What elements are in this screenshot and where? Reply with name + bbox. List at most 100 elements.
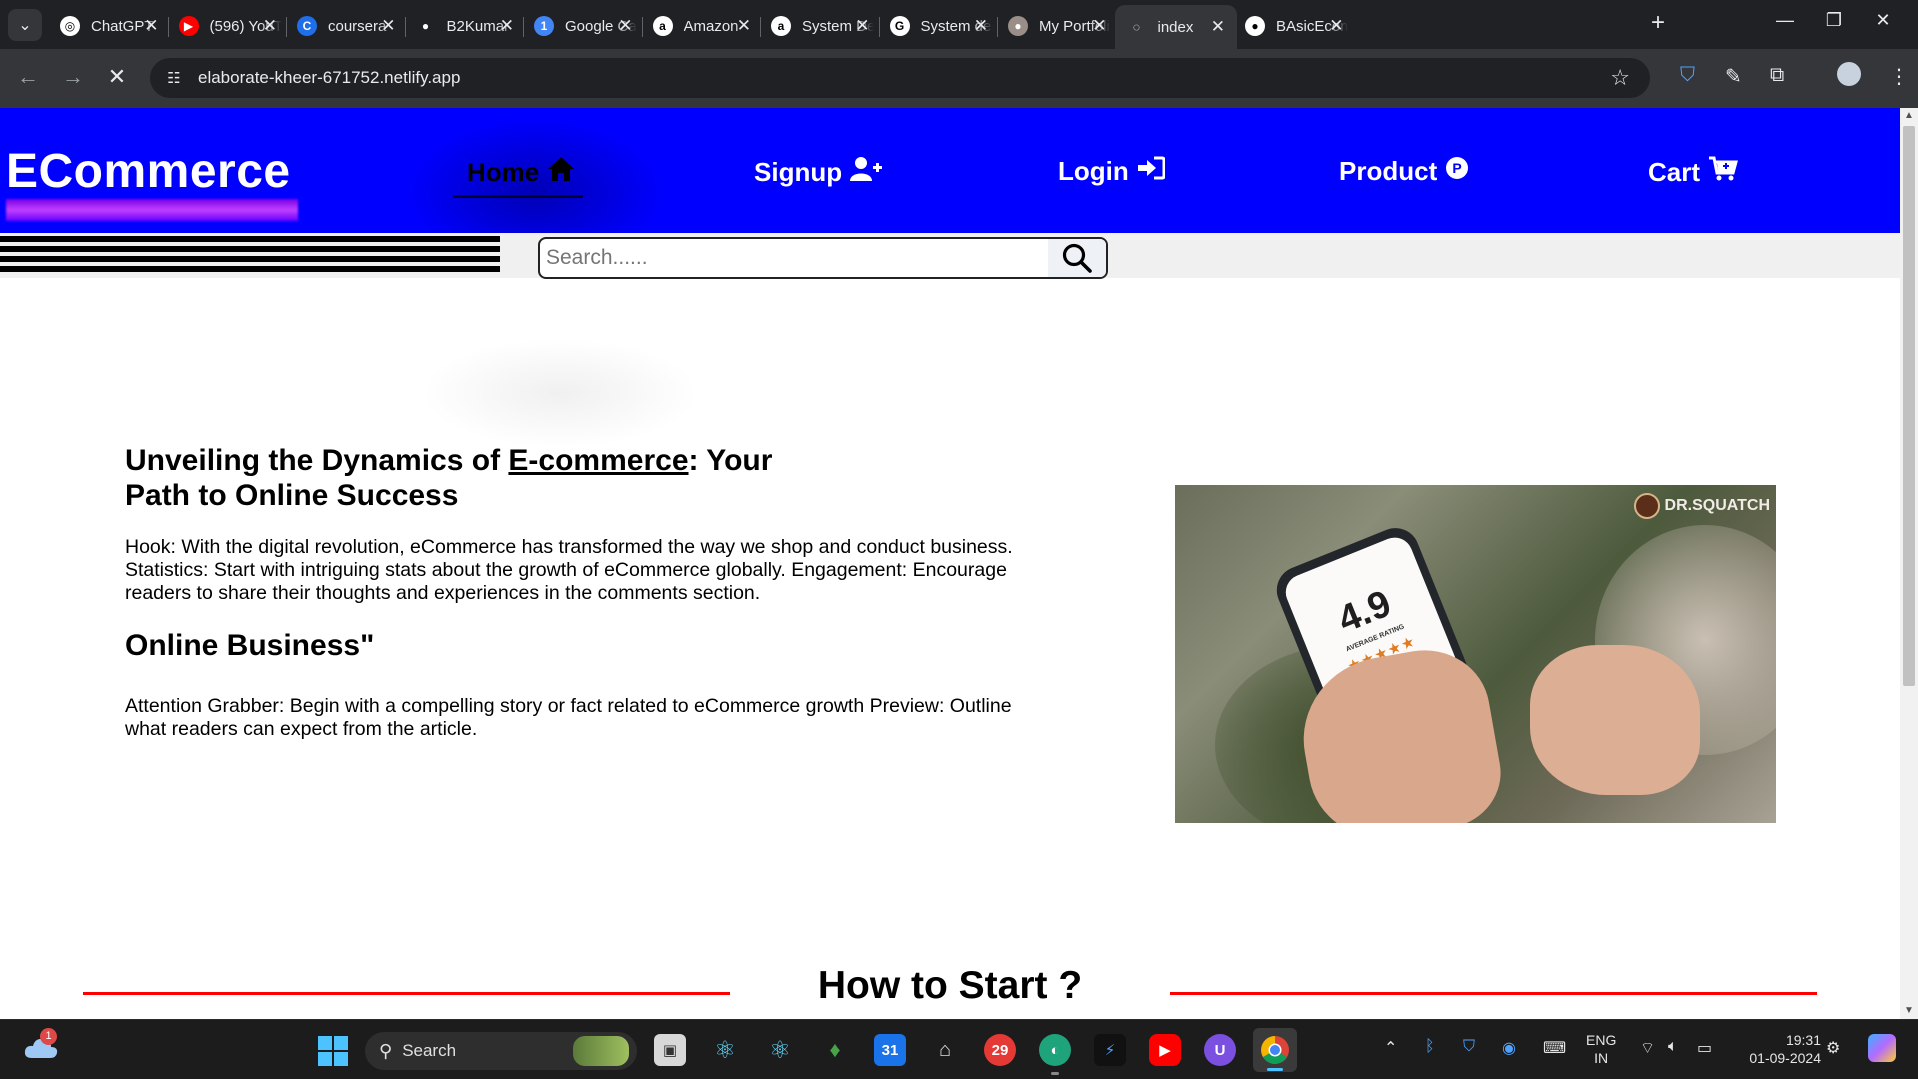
show-hidden-icons-icon[interactable]: ⌃ xyxy=(1384,1038,1397,1058)
tab-close-icon[interactable]: ✕ xyxy=(737,16,751,36)
system-clock[interactable]: 19:31 01-09-2024 xyxy=(1735,1031,1821,1067)
wifi-icon[interactable]: ⌔ xyxy=(1640,1038,1655,1058)
hamburger-stripe[interactable] xyxy=(0,256,500,262)
heading-text: Unveiling the Dynamics of xyxy=(125,444,509,477)
nav-cart-label: Cart xyxy=(1648,157,1701,187)
tab-close-icon[interactable]: ✕ xyxy=(1092,16,1106,36)
tab-search-button[interactable]: ⌄ xyxy=(8,9,42,41)
tab-close-icon[interactable]: ✕ xyxy=(500,16,514,36)
tab-close-icon[interactable]: ✕ xyxy=(855,16,869,36)
zoom-icon[interactable]: ◉ xyxy=(1502,1038,1516,1058)
windows-logo-icon xyxy=(334,1052,348,1066)
browser-tab[interactable]: ▶(596) YouTube✕ xyxy=(167,6,290,46)
sign-in-icon xyxy=(1137,156,1166,187)
tab-close-icon[interactable]: ✕ xyxy=(974,16,988,36)
chrome-icon[interactable] xyxy=(1253,1028,1297,1072)
extension-icon[interactable]: ⛉ xyxy=(1680,64,1695,87)
youtube-icon[interactable]: ▶ xyxy=(1149,1034,1181,1066)
how-to-start-section: How to Start ? xyxy=(0,948,1900,1018)
search-icon: ⚲ xyxy=(379,1040,393,1061)
search-button[interactable] xyxy=(1048,239,1106,277)
taskbar-search-label: Search xyxy=(402,1041,457,1060)
scroll-up-arrow-icon[interactable]: ▲ xyxy=(1904,110,1914,121)
tab-close-icon[interactable]: ✕ xyxy=(618,16,632,36)
close-window-button[interactable]: ✕ xyxy=(1860,10,1906,31)
logo-underline xyxy=(6,199,298,221)
taskbar-search[interactable]: ⚲ Search xyxy=(365,1032,637,1070)
search-input[interactable] xyxy=(540,239,1050,277)
tab-close-icon[interactable]: ✕ xyxy=(263,16,277,36)
start-button[interactable] xyxy=(318,1036,348,1066)
profile-avatar-icon[interactable] xyxy=(1837,62,1861,86)
browser-tab[interactable]: Ccoursera ✕ xyxy=(285,6,408,46)
volume-icon[interactable]: 🔈︎ xyxy=(1668,1038,1678,1056)
tab-close-icon[interactable]: ✕ xyxy=(1211,17,1225,37)
scroll-thumb[interactable] xyxy=(1903,126,1915,686)
nav-signup-link[interactable]: Signup xyxy=(754,156,883,189)
react-devtools-icon[interactable]: ⚛ xyxy=(764,1034,796,1066)
tab-close-icon[interactable]: ✕ xyxy=(1329,16,1343,36)
stop-loading-button[interactable]: ✕ xyxy=(102,64,132,90)
url-text[interactable]: elaborate-kheer-671752.netlify.app xyxy=(198,68,460,88)
browser-tab[interactable]: aSystem Design✕ xyxy=(759,6,882,46)
back-button[interactable]: ← xyxy=(13,64,43,90)
notifications-icon[interactable]: ⚙ xyxy=(1826,1038,1840,1058)
site-logo[interactable]: ECommerce xyxy=(6,144,291,199)
site-info-icon[interactable]: ☷ xyxy=(160,64,188,92)
avatar-icon: ● xyxy=(1008,16,1028,36)
browser-tab[interactable]: GSystem design✕ xyxy=(878,6,1001,46)
minimize-button[interactable]: — xyxy=(1762,10,1808,31)
keyboard-icon[interactable]: ⌨ xyxy=(1543,1038,1566,1058)
cake-app-icon[interactable]: ⌂ xyxy=(929,1034,961,1066)
extensions-puzzle-icon[interactable]: ⧉ xyxy=(1770,64,1784,87)
calendar-29-icon[interactable]: 29 xyxy=(984,1034,1016,1066)
terminal-app-icon[interactable]: ⚡ xyxy=(1094,1034,1126,1066)
article-paragraph-2: Attention Grabber: Begin with a compelli… xyxy=(125,695,1012,740)
search-box xyxy=(538,237,1108,279)
u-app-icon[interactable]: U xyxy=(1204,1034,1236,1066)
hamburger-stripe[interactable] xyxy=(0,266,500,272)
page-scrollbar[interactable]: ▲ ▼ xyxy=(1900,108,1918,1019)
search-highlight-icon xyxy=(573,1036,629,1066)
scroll-down-arrow-icon[interactable]: ▼ xyxy=(1904,1005,1914,1016)
defender-icon[interactable]: ⛉ xyxy=(1463,1038,1475,1056)
windows-logo-icon xyxy=(318,1036,332,1050)
search-icon xyxy=(1062,243,1092,273)
nav-product-link[interactable]: Product P xyxy=(1339,156,1469,187)
browser-tab[interactable]: ◌ index ✕ xyxy=(1114,5,1237,49)
browser-tab[interactable]: 1Google Calendar✕ xyxy=(522,6,645,46)
nav-cart-link[interactable]: Cart xyxy=(1648,156,1738,189)
browser-tab[interactable]: a Amazon ✕ xyxy=(641,6,764,46)
battery-icon[interactable]: ▭ xyxy=(1697,1038,1712,1058)
bookmark-star-icon[interactable]: ☆ xyxy=(1610,65,1630,91)
react-app-icon[interactable]: ⚛ xyxy=(709,1034,741,1066)
new-tab-button[interactable]: + xyxy=(1651,11,1665,35)
hamburger-stripe[interactable] xyxy=(0,246,500,252)
copilot-icon[interactable] xyxy=(1868,1034,1896,1062)
article-paragraph-1: Hook: With the digital revolution, eComm… xyxy=(125,536,1013,604)
hamburger-stripe[interactable] xyxy=(0,236,500,242)
mongodb-icon[interactable]: ♦ xyxy=(819,1034,851,1066)
google-icon: G xyxy=(889,16,910,36)
edge-dev-icon[interactable]: ◐ xyxy=(1039,1034,1071,1075)
browser-tab[interactable]: ●BAsicEcommerce✕ xyxy=(1233,6,1356,46)
menu-kebab-icon[interactable]: ⋮ xyxy=(1889,64,1909,89)
ecommerce-link[interactable]: E-commerce xyxy=(508,444,688,477)
nav-login-link[interactable]: Login xyxy=(1058,156,1166,187)
eyedropper-icon[interactable]: ✎ xyxy=(1725,64,1742,89)
task-view-icon[interactable]: ▣ xyxy=(654,1034,686,1066)
google-calendar-icon[interactable]: 31 xyxy=(874,1034,906,1066)
language-indicator[interactable]: ENG IN xyxy=(1586,1031,1616,1067)
nav-home-link[interactable]: Home xyxy=(453,154,584,198)
browser-tab[interactable]: ● B2Kumar ✕ xyxy=(404,6,527,46)
tab-close-icon[interactable]: ✕ xyxy=(144,16,158,36)
search-row xyxy=(0,233,1900,279)
restore-button[interactable]: ❐ xyxy=(1811,10,1857,31)
browser-tab[interactable]: ◎ ChatGPT ✕ xyxy=(48,6,171,46)
browser-tab[interactable]: ● My Portfolio ✕ xyxy=(996,6,1119,46)
forward-button[interactable]: → xyxy=(58,64,88,90)
browser-tab-bar: ⌄ ◎ChatGPT✕▶(596) YouTube✕Ccoursera✕●B2K… xyxy=(0,0,1918,49)
tab-close-icon[interactable]: ✕ xyxy=(381,16,395,36)
bluetooth-icon[interactable]: ᛒ xyxy=(1425,1038,1435,1056)
address-bar[interactable]: ☷ elaborate-kheer-671752.netlify.app ☆ xyxy=(150,58,1650,98)
